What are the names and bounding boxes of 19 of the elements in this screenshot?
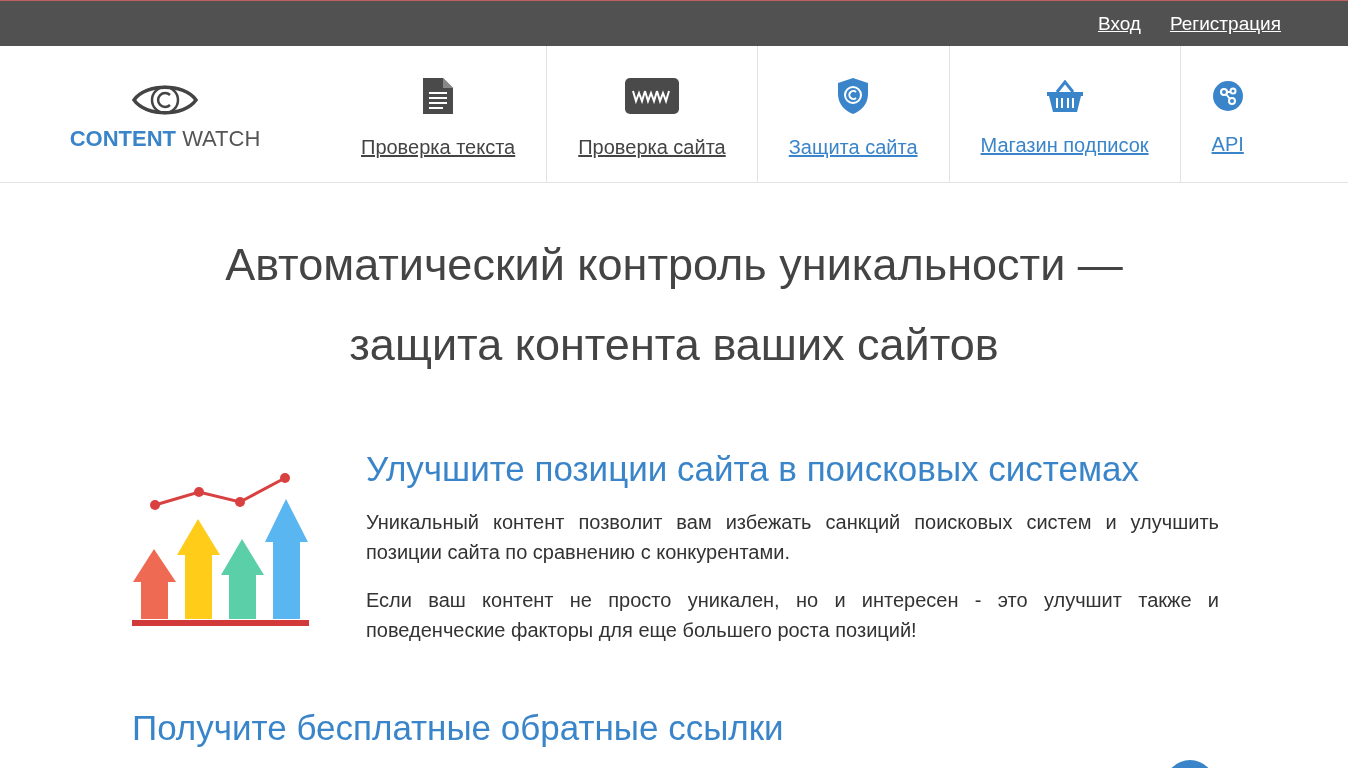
section-paragraph: Если ваш контент не просто уникален, но и интересен - это улучшит также и поведенческие факторы для еще большего роста позиций!	[366, 588, 1219, 643]
nav-link[interactable]: Проверка текста	[361, 135, 516, 159]
page-headline: Автоматический контроль уникальности — защита контента ваших сайтов	[224, 238, 1124, 372]
www-icon	[625, 77, 679, 114]
top-bar-link[interactable]: Вход	[1097, 12, 1141, 35]
top-bar-link[interactable]: Регистрация	[1169, 12, 1281, 35]
nav-link[interactable]: Защита сайта	[788, 135, 918, 159]
nav-link[interactable]: API	[1211, 132, 1244, 156]
section-paragraph: Уникальный контент позволит вам избежать санкций поисковых систем и улучшить позиции сайта по сравнению с конкурентами.	[366, 510, 1219, 565]
logo-text[interactable]: CONTENT WATCH	[69, 126, 261, 152]
arrow-shape	[133, 549, 176, 619]
shield-icon	[838, 77, 869, 114]
document-icon	[423, 77, 454, 114]
basket-icon	[1046, 79, 1083, 112]
api-icon	[1212, 80, 1243, 111]
section-title: Улучшите позиции сайта в поисковых системах	[366, 449, 1140, 489]
section-title: Получите бесплатные обратные ссылки	[132, 709, 784, 748]
nav-link[interactable]: Проверка сайта	[578, 135, 726, 159]
nav-link[interactable]: Магазин подписок	[980, 133, 1149, 157]
